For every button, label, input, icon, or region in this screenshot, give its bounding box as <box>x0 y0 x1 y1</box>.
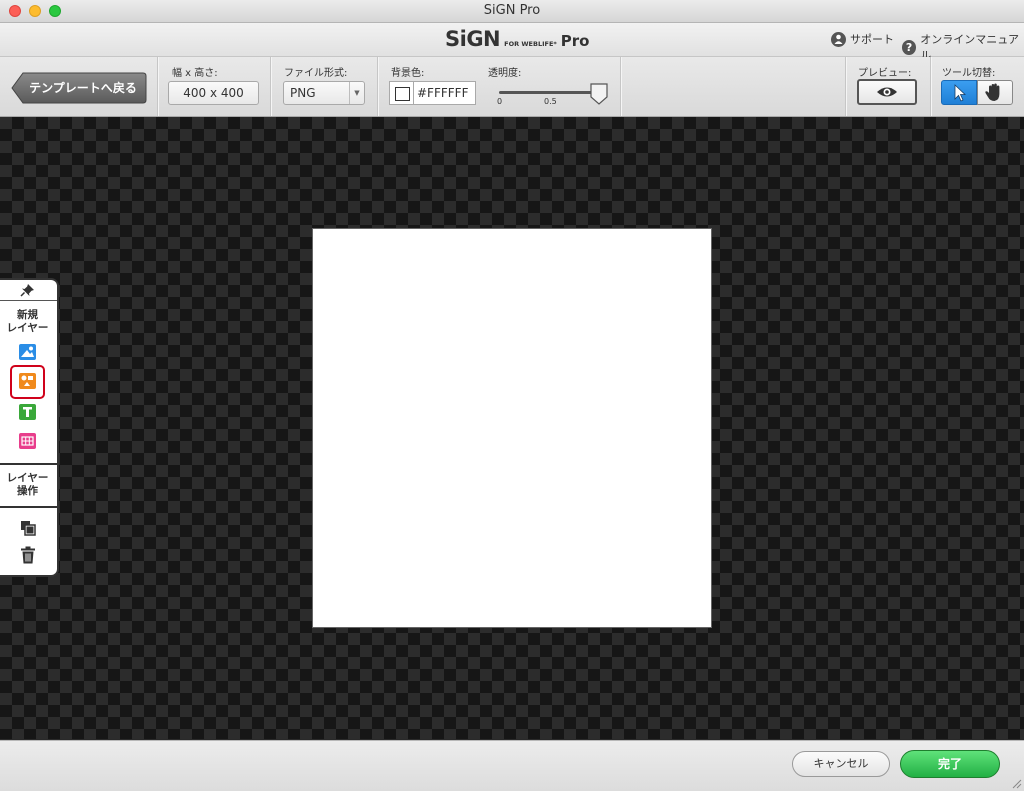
logo-main: SiGN <box>445 27 501 51</box>
opacity-slider-track[interactable] <box>499 91 599 94</box>
hand-tool-button[interactable] <box>977 80 1013 105</box>
text-layer-icon[interactable] <box>19 404 36 420</box>
tool-switch-label: ツール切替: <box>942 68 996 79</box>
back-to-template-button[interactable]: テンプレートへ戻る <box>11 72 147 104</box>
footer-bar: キャンセル 完了 <box>0 740 1024 791</box>
layer-ops-label-1: レイヤー <box>6 472 49 484</box>
support-label: サポート <box>850 33 894 46</box>
preview-button[interactable] <box>857 79 917 105</box>
image-layer-icon[interactable] <box>19 344 36 360</box>
preview-label: プレビュー: <box>858 68 912 79</box>
logo-sub: FOR WEBLIFE* <box>504 40 557 48</box>
help-icon: ? <box>902 39 917 55</box>
format-value: PNG <box>290 86 316 100</box>
opacity-mid-label: 0.5 <box>544 97 557 106</box>
resize-grip-icon[interactable] <box>1010 777 1022 789</box>
format-label: ファイル形式: <box>284 68 348 79</box>
opacity-label: 透明度: <box>488 68 522 79</box>
bg-color-swatch[interactable] <box>389 81 414 105</box>
toolbar-divider <box>377 57 378 116</box>
size-label: 幅 x 高さ: <box>172 68 218 79</box>
layer-panel: 新規 レイヤー レイヤー 操作 <box>0 278 59 577</box>
duplicate-icon[interactable] <box>20 520 36 536</box>
window-titlebar: SiGN Pro <box>0 0 1024 23</box>
layer-ops-label-2: 操作 <box>17 485 38 497</box>
trash-icon[interactable] <box>20 546 36 564</box>
opacity-slider-handle[interactable] <box>589 83 609 105</box>
app-logo: SiGN FOR WEBLIFE* Pro <box>445 27 589 53</box>
select-tool-button[interactable] <box>941 80 977 105</box>
chevron-down-icon: ▼ <box>349 82 364 104</box>
toolbar-divider <box>270 57 271 116</box>
bg-color-input[interactable] <box>413 81 476 105</box>
pin-button[interactable] <box>0 280 57 301</box>
toolbar-divider <box>930 57 931 116</box>
logo-pro: Pro <box>560 32 590 50</box>
eye-icon <box>877 87 897 97</box>
toolbar-divider <box>620 57 621 116</box>
opacity-min-label: 0 <box>497 97 503 106</box>
panel-divider <box>0 506 57 508</box>
pin-icon <box>20 284 34 297</box>
cursor-arrow-icon <box>954 84 967 102</box>
done-button[interactable]: 完了 <box>900 750 1000 778</box>
support-link[interactable]: サポート <box>831 31 894 47</box>
panel-divider <box>0 463 57 465</box>
table-layer-icon[interactable] <box>19 433 36 449</box>
cancel-button[interactable]: キャンセル <box>792 751 890 777</box>
new-layer-label-2: レイヤー <box>6 322 49 334</box>
shape-layer-icon[interactable] <box>19 373 36 389</box>
format-select[interactable]: PNG ▼ <box>283 81 365 105</box>
canvas-area[interactable] <box>0 117 1024 739</box>
toolbar-divider <box>157 57 158 116</box>
window-title: SiGN Pro <box>483 3 541 18</box>
design-canvas[interactable] <box>312 228 712 628</box>
new-layer-label-1: 新規 <box>17 309 38 321</box>
user-icon <box>831 31 846 47</box>
size-field[interactable]: 400 x 400 <box>168 81 259 105</box>
bg-color-label: 背景色: <box>391 68 425 79</box>
app-header: SiGN FOR WEBLIFE* Pro サポート ? オンラインマニュアル <box>0 23 1024 62</box>
back-button-label: テンプレートへ戻る <box>29 81 137 95</box>
color-swatch-inner <box>395 87 410 101</box>
toolbar-divider <box>845 57 846 116</box>
hand-icon <box>985 83 1000 101</box>
